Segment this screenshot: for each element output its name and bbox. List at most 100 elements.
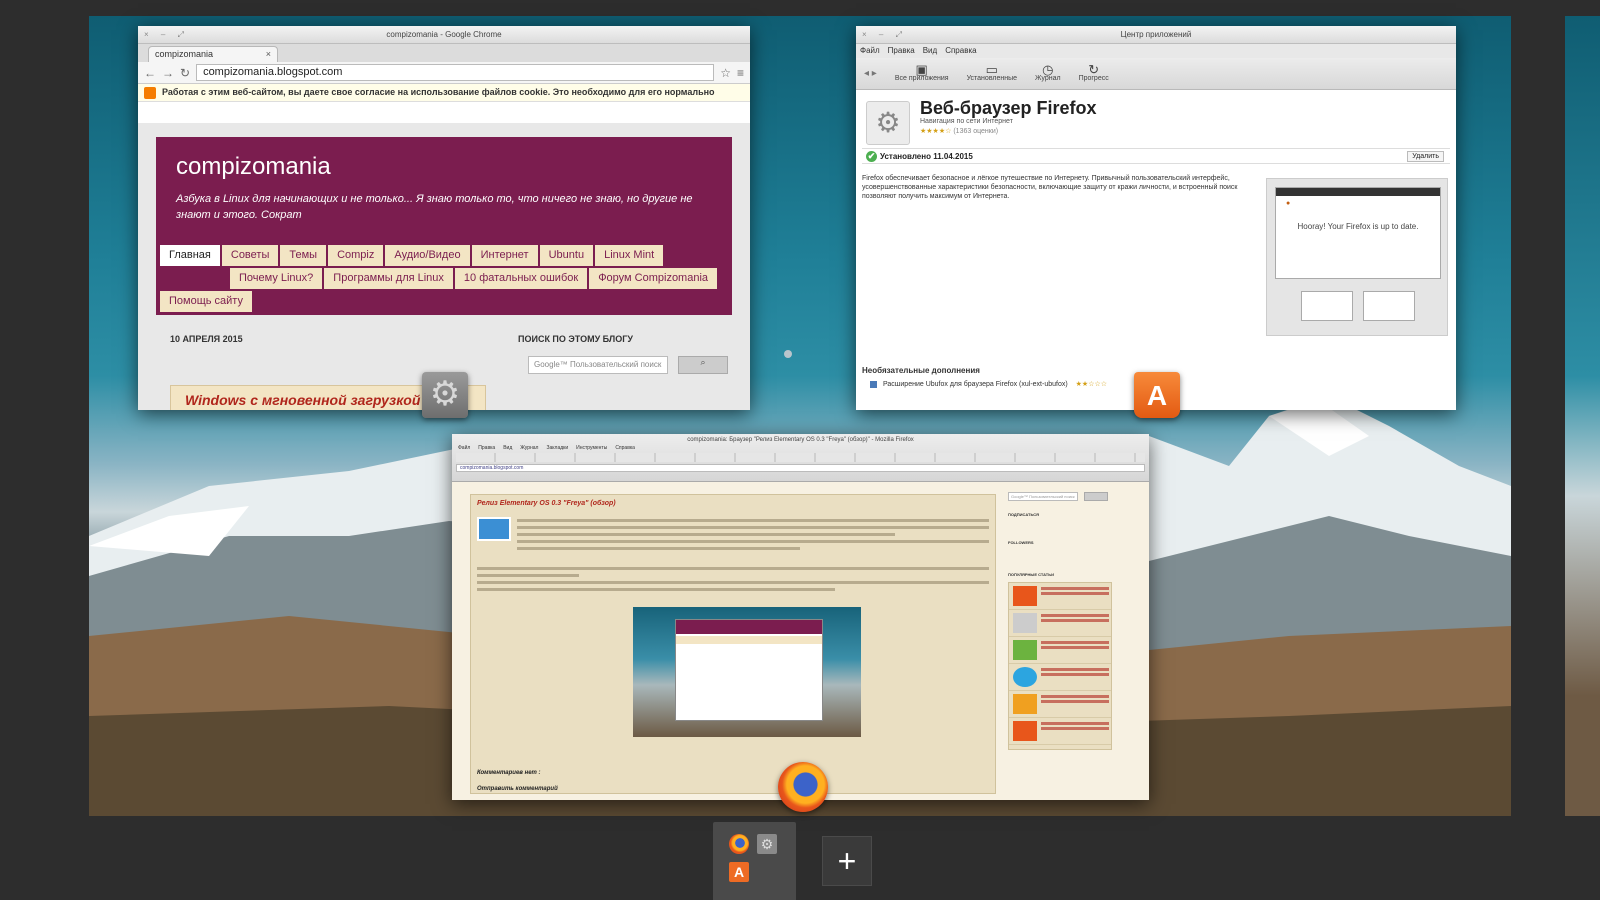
toolbar-installed[interactable]: ▭ Установленные [966,61,1018,83]
firefox-sidebar: Google™ Пользовательский поиск ПОДПИСАТЬ… [1004,482,1114,800]
toolbar-all-apps[interactable]: ▣ Все приложения [895,63,949,83]
search-button[interactable]: ⌕ [678,356,728,374]
optional-addon-item[interactable]: Расширение Ubufox для браузера Firefox (… [870,380,1107,388]
installed-status: Установлено 11.04.2015 Удалить [862,148,1450,164]
nav-item-tips[interactable]: Советы [221,245,279,266]
list-item[interactable] [1009,610,1111,637]
nav-item-linux-mint[interactable]: Linux Mint [595,245,664,266]
workspace-thumbnail[interactable]: ⚙ A [713,822,796,900]
screenshot-thumb[interactable] [1363,291,1415,321]
screenshot-thumb[interactable] [1301,291,1353,321]
close-tab-icon[interactable]: × [266,49,271,59]
thumbnail [1013,586,1037,606]
app-center-window[interactable]: × ‒ ⤢ Центр приложений Файл Правка Вид С… [856,26,1456,410]
toolbar-progress[interactable]: ↻ Прогресс [1079,61,1109,83]
back-forward-icon[interactable]: ◂ ▸ [864,68,877,79]
nav-item-themes[interactable]: Темы [280,245,327,266]
menu-file[interactable]: Файл [860,46,880,56]
gear-icon: ⚙ [757,834,777,854]
firefox-app-icon[interactable] [778,762,828,812]
app-subtitle: Навигация по сети Интернет [920,118,1013,125]
store-icon: A [729,862,749,882]
chrome-window[interactable]: × ‒ ⤢ compizomania - Google Chrome compi… [138,26,750,410]
screenshot-header [676,620,822,634]
ff-menu-file[interactable]: Файл [458,445,470,451]
ff-side-search-button[interactable] [1084,492,1108,501]
ff-menu-history[interactable]: Журнал [520,445,538,451]
window-controls[interactable]: × ‒ ⤢ [144,26,189,44]
firefox-page: Релиз Elementary OS 0.3 "Freya" (обзор) [452,482,1149,800]
next-workspace-preview[interactable] [1565,16,1600,816]
forward-icon[interactable]: → [162,66,174,80]
toolbar-history[interactable]: ◷ Журнал [1035,63,1061,83]
add-workspace-button[interactable]: + [822,836,872,886]
ff-side-search[interactable]: Google™ Пользовательский поиск [1008,492,1078,501]
send-comment-link[interactable]: Отправить комментарий [477,781,558,797]
ff-menu-edit[interactable]: Правка [478,445,495,451]
nav-item-help[interactable]: Помощь сайту [160,291,252,312]
ff-menu-tools[interactable]: Инструменты [576,445,607,451]
monitor-icon: ▭ [985,61,998,77]
nav-item-why-linux[interactable]: Почему Linux? [230,268,323,289]
ff-menu-bookmarks[interactable]: Закладки [546,445,568,451]
app-center-titlebar[interactable]: × ‒ ⤢ Центр приложений [856,26,1456,44]
nav-item-forum[interactable]: Форум Compizomania [589,268,718,289]
nav-item-internet[interactable]: Интернет [471,245,538,266]
app-description: Firefox обеспечивает безопасное и лёгкое… [862,175,1238,200]
nav-item-compiz[interactable]: Compiz [328,245,384,266]
nav-item-audio-video[interactable]: Аудио/Видео [385,245,470,266]
nav-item-home[interactable]: Главная [160,245,220,266]
firefox-tab-strip[interactable] [456,453,1145,462]
firefox-window-title: compizomania: Браузер "Релиз Elementary … [687,437,914,443]
ff-menu-view[interactable]: Вид [503,445,512,451]
blog-nav: Главная Советы Темы Compiz Аудио/Видео И… [156,241,732,315]
ff-post-title[interactable]: Релиз Elementary OS 0.3 "Freya" (обзор) [471,495,995,512]
text-line [477,567,989,570]
item-text [1041,722,1109,725]
bookmark-star-icon[interactable]: ☆ [720,66,731,80]
chrome-address-bar[interactable]: compizomania.blogspot.com [196,64,715,81]
nav-item-fatal-errors[interactable]: 10 фатальных ошибок [454,268,588,289]
blog-search-input[interactable]: Google™ Пользовательский поиск [528,356,668,374]
nav-item-ubuntu[interactable]: Ubuntu [539,245,594,266]
nav-item-programs[interactable]: Программы для Linux [324,268,453,289]
thumbnail [1013,667,1037,687]
app-center-toolbar: ◂ ▸ ▣ Все приложения ▭ Установленные ◷ Журн… [856,58,1456,90]
post-screenshot[interactable] [633,607,861,737]
menu-help[interactable]: Справка [945,46,976,56]
reload-icon[interactable]: ↻ [180,66,190,80]
chrome-titlebar[interactable]: × ‒ ⤢ compizomania - Google Chrome [138,26,750,44]
chrome-tab[interactable]: compizomania × [148,46,278,62]
window-controls[interactable]: × ‒ ⤢ [862,26,907,44]
list-item[interactable] [1009,718,1111,745]
blog-title[interactable]: compizomania [176,153,712,181]
addon-checkbox[interactable] [870,380,877,388]
text-line [517,547,801,550]
firefox-window[interactable]: compizomania: Браузер "Релиз Elementary … [452,434,1149,800]
list-item[interactable] [1009,691,1111,718]
settings-app-icon[interactable]: ⚙ [422,372,468,418]
rating-count: (1363 оценки) [953,128,999,135]
app-screenshot[interactable]: ● Hooray! Your Firefox is up to date. [1266,178,1448,336]
post-text [477,563,989,595]
refresh-icon: ↻ [1088,61,1100,77]
cookie-notice: Работая с этим веб-сайтом, вы даете свое… [138,84,750,102]
list-item[interactable] [1009,583,1111,610]
menu-edit[interactable]: Правка [888,46,915,56]
list-item[interactable] [1009,637,1111,664]
back-icon[interactable]: ← [144,66,156,80]
item-text [1041,695,1109,698]
optional-addons-title: Необязательные дополнения [862,366,980,375]
remove-button[interactable]: Удалить [1407,151,1444,162]
app-center-icon[interactable]: A [1134,372,1180,418]
menu-icon[interactable]: ≡ [737,66,744,80]
toolbar-installed-label: Установленные [966,74,1018,82]
list-item[interactable] [1009,664,1111,691]
screenshot-browser [675,619,823,721]
text-line [477,574,580,577]
ff-menu-help[interactable]: Справка [615,445,635,451]
app-center-title: Центр приложений [1120,30,1192,39]
text-line [477,581,989,584]
menu-view[interactable]: Вид [923,46,937,56]
firefox-address-bar[interactable]: compizomania.blogspot.com [456,464,1145,472]
